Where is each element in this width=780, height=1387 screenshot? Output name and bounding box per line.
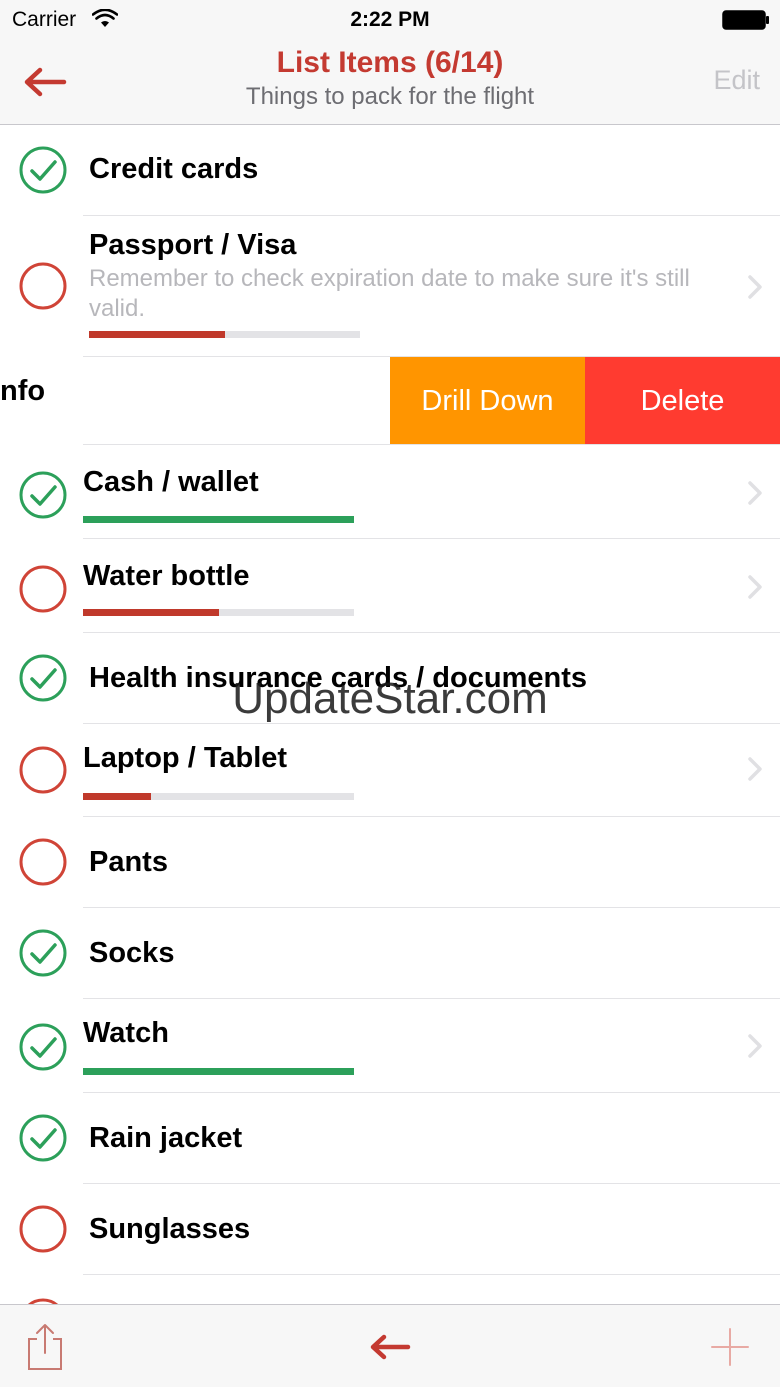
unchecked-circle-icon[interactable] <box>18 1297 68 1304</box>
item-label: nfo <box>0 375 46 407</box>
unchecked-circle-icon[interactable] <box>18 745 68 795</box>
list-item[interactable] <box>0 1275 780 1304</box>
share-icon[interactable] <box>24 1321 66 1373</box>
back-arrow-icon[interactable] <box>368 1329 412 1365</box>
item-label: Rain jacket <box>89 1122 243 1154</box>
checked-circle-icon[interactable] <box>18 1022 68 1072</box>
checked-circle-icon[interactable] <box>18 928 68 978</box>
edit-button[interactable]: Edit <box>713 65 760 96</box>
bottom-toolbar <box>0 1304 780 1387</box>
progress-bar <box>83 609 354 616</box>
list-item[interactable]: Cash / wallet <box>0 445 780 539</box>
list-item[interactable]: Credit cards <box>0 126 780 216</box>
checked-circle-icon[interactable] <box>18 470 68 520</box>
checked-circle-icon[interactable] <box>18 1113 68 1163</box>
chevron-right-icon[interactable] <box>746 1033 764 1059</box>
drill-down-button[interactable]: Drill Down <box>390 357 585 445</box>
page-title: List Items (6/14) <box>276 46 504 79</box>
progress-bar <box>89 331 360 338</box>
list-item[interactable]: Watch <box>0 999 780 1093</box>
list-item[interactable]: Sunglasses <box>0 1184 780 1275</box>
unchecked-circle-icon[interactable] <box>18 261 68 311</box>
plus-icon[interactable] <box>710 1327 750 1367</box>
progress-bar <box>83 1068 354 1075</box>
progress-fill <box>83 609 219 616</box>
navigation-bar: List Items (6/14) Things to pack for the… <box>0 40 780 125</box>
unchecked-circle-icon[interactable] <box>18 1204 68 1254</box>
battery-icon <box>722 10 769 30</box>
item-label: Passport / Visa <box>89 229 297 261</box>
list-item[interactable]: Passport / Visa Remember to check expira… <box>0 216 780 357</box>
item-list: Credit cards Passport / Visa Remember to… <box>0 126 780 1304</box>
item-label: Laptop / Tablet <box>83 742 288 774</box>
chevron-right-icon[interactable] <box>746 274 764 300</box>
unchecked-circle-icon[interactable] <box>18 837 68 887</box>
progress-fill <box>83 793 151 800</box>
delete-button[interactable]: Delete <box>585 357 780 445</box>
list-item[interactable]: Water bottle <box>0 539 780 633</box>
progress-bar <box>83 793 354 800</box>
item-label: Cash / wallet <box>83 466 259 498</box>
chevron-right-icon[interactable] <box>746 756 764 782</box>
progress-fill <box>83 1068 354 1075</box>
item-label: Watch <box>83 1017 169 1049</box>
swiped-list-item[interactable]: nfo Drill Down Delete <box>0 357 780 445</box>
item-label: Water bottle <box>83 560 250 592</box>
progress-fill <box>83 516 354 523</box>
checked-circle-icon[interactable] <box>18 653 68 703</box>
page-subtitle: Things to pack for the flight <box>245 83 535 110</box>
status-bar: Carrier 2:22 PM <box>0 0 780 40</box>
list-item[interactable]: Laptop / Tablet <box>0 724 780 817</box>
progress-fill <box>89 331 225 338</box>
item-label: Sunglasses <box>89 1213 251 1245</box>
list-item[interactable]: Health insurance cards / documents <box>0 633 780 724</box>
unchecked-circle-icon[interactable] <box>18 564 68 614</box>
item-label: Socks <box>89 937 175 969</box>
item-label: Health insurance cards / documents <box>89 662 587 694</box>
list-item[interactable]: Rain jacket <box>0 1093 780 1184</box>
item-label: Pants <box>89 846 168 878</box>
item-note: Remember to check expiration date to mak… <box>89 265 690 322</box>
chevron-right-icon[interactable] <box>746 574 764 600</box>
list-item[interactable]: Pants <box>0 817 780 908</box>
list-item[interactable]: Socks <box>0 908 780 999</box>
item-label: Credit cards <box>89 153 259 185</box>
status-time: 2:22 PM <box>350 8 430 31</box>
checked-circle-icon[interactable] <box>18 145 68 195</box>
chevron-right-icon[interactable] <box>746 480 764 506</box>
progress-bar <box>83 516 354 523</box>
